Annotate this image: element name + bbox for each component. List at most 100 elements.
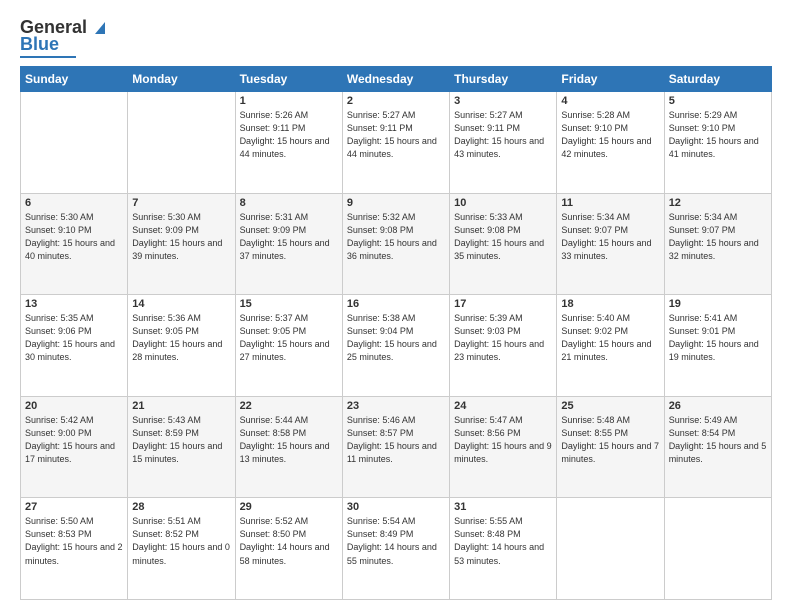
calendar-cell: 8 Sunrise: 5:31 AMSunset: 9:09 PMDaylight… (235, 193, 342, 295)
calendar-cell: 4 Sunrise: 5:28 AMSunset: 9:10 PMDaylight… (557, 92, 664, 194)
cell-details: Sunrise: 5:28 AMSunset: 9:10 PMDaylight:… (561, 109, 659, 161)
day-number: 5 (669, 95, 767, 107)
day-number: 2 (347, 95, 445, 107)
calendar-cell (21, 92, 128, 194)
calendar-cell: 24 Sunrise: 5:47 AMSunset: 8:56 PMDayligh… (450, 396, 557, 498)
calendar-cell: 13 Sunrise: 5:35 AMSunset: 9:06 PMDayligh… (21, 295, 128, 397)
calendar-cell: 26 Sunrise: 5:49 AMSunset: 8:54 PMDayligh… (664, 396, 771, 498)
header: General Blue (20, 16, 772, 58)
calendar-cell: 16 Sunrise: 5:38 AMSunset: 9:04 PMDayligh… (342, 295, 449, 397)
calendar-cell: 14 Sunrise: 5:36 AMSunset: 9:05 PMDayligh… (128, 295, 235, 397)
weekday-header: Thursday (450, 67, 557, 92)
day-number: 21 (132, 400, 230, 412)
day-number: 3 (454, 95, 552, 107)
day-number: 24 (454, 400, 552, 412)
calendar-cell: 23Sunrise: 5:46 AMSunset: 8:57 PMDayligh… (342, 396, 449, 498)
day-number: 9 (347, 197, 445, 209)
logo-icon (89, 16, 111, 38)
cell-details: Sunrise: 5:37 AMSunset: 9:05 PMDaylight:… (240, 312, 338, 364)
calendar-cell: 12 Sunrise: 5:34 AMSunset: 9:07 PMDayligh… (664, 193, 771, 295)
cell-details: Sunrise: 5:40 AMSunset: 9:02 PMDaylight:… (561, 312, 659, 364)
day-number: 28 (132, 501, 230, 513)
logo-underline (20, 56, 76, 58)
calendar-cell: 10Sunrise: 5:33 AMSunset: 9:08 PMDayligh… (450, 193, 557, 295)
calendar-week-row: 13 Sunrise: 5:35 AMSunset: 9:06 PMDayligh… (21, 295, 772, 397)
calendar-week-row: 20Sunrise: 5:42 AMSunset: 9:00 PMDayligh… (21, 396, 772, 498)
calendar-week-row: 6Sunrise: 5:30 AMSunset: 9:10 PMDaylight… (21, 193, 772, 295)
day-number: 8 (240, 197, 338, 209)
day-number: 22 (240, 400, 338, 412)
day-number: 4 (561, 95, 659, 107)
calendar-week-row: 1 Sunrise: 5:26 AMSunset: 9:11 PMDaylight… (21, 92, 772, 194)
calendar-cell: 27 Sunrise: 5:50 AMSunset: 8:53 PMDayligh… (21, 498, 128, 600)
day-number: 1 (240, 95, 338, 107)
cell-details: Sunrise: 5:42 AMSunset: 9:00 PMDaylight:… (25, 414, 123, 466)
cell-details: Sunrise: 5:43 AMSunset: 8:59 PMDaylight:… (132, 414, 230, 466)
cell-details: Sunrise: 5:36 AMSunset: 9:05 PMDaylight:… (132, 312, 230, 364)
weekday-header: Friday (557, 67, 664, 92)
calendar-cell: 3 Sunrise: 5:27 AMSunset: 9:11 PMDaylight… (450, 92, 557, 194)
logo-blue-text: Blue (20, 34, 59, 55)
calendar-cell: 5 Sunrise: 5:29 AMSunset: 9:10 PMDaylight… (664, 92, 771, 194)
cell-details: Sunrise: 5:34 AMSunset: 9:07 PMDaylight:… (669, 211, 767, 263)
calendar-cell: 19Sunrise: 5:41 AMSunset: 9:01 PMDayligh… (664, 295, 771, 397)
day-number: 7 (132, 197, 230, 209)
cell-details: Sunrise: 5:31 AMSunset: 9:09 PMDaylight:… (240, 211, 338, 263)
calendar-cell (664, 498, 771, 600)
logo: General Blue (20, 16, 111, 58)
day-number: 27 (25, 501, 123, 513)
calendar-cell: 1 Sunrise: 5:26 AMSunset: 9:11 PMDaylight… (235, 92, 342, 194)
day-number: 11 (561, 197, 659, 209)
calendar-cell: 9 Sunrise: 5:32 AMSunset: 9:08 PMDaylight… (342, 193, 449, 295)
calendar-cell: 31 Sunrise: 5:55 AMSunset: 8:48 PMDayligh… (450, 498, 557, 600)
day-number: 18 (561, 298, 659, 310)
cell-details: Sunrise: 5:54 AMSunset: 8:49 PMDaylight:… (347, 515, 445, 567)
calendar-cell (557, 498, 664, 600)
cell-details: Sunrise: 5:26 AMSunset: 9:11 PMDaylight:… (240, 109, 338, 161)
cell-details: Sunrise: 5:27 AMSunset: 9:11 PMDaylight:… (454, 109, 552, 161)
calendar-cell: 22 Sunrise: 5:44 AMSunset: 8:58 PMDayligh… (235, 396, 342, 498)
calendar-cell: 15Sunrise: 5:37 AMSunset: 9:05 PMDayligh… (235, 295, 342, 397)
day-number: 13 (25, 298, 123, 310)
cell-details: Sunrise: 5:32 AMSunset: 9:08 PMDaylight:… (347, 211, 445, 263)
cell-details: Sunrise: 5:38 AMSunset: 9:04 PMDaylight:… (347, 312, 445, 364)
cell-details: Sunrise: 5:27 AMSunset: 9:11 PMDaylight:… (347, 109, 445, 161)
day-number: 14 (132, 298, 230, 310)
calendar-header-row: SundayMondayTuesdayWednesdayThursdayFrid… (21, 67, 772, 92)
page: General Blue SundayMondayTuesdayWednesda… (0, 0, 792, 612)
day-number: 12 (669, 197, 767, 209)
day-number: 29 (240, 501, 338, 513)
cell-details: Sunrise: 5:49 AMSunset: 8:54 PMDaylight:… (669, 414, 767, 466)
weekday-header: Sunday (21, 67, 128, 92)
calendar-cell: 29 Sunrise: 5:52 AMSunset: 8:50 PMDayligh… (235, 498, 342, 600)
day-number: 10 (454, 197, 552, 209)
day-number: 26 (669, 400, 767, 412)
weekday-header: Wednesday (342, 67, 449, 92)
day-number: 31 (454, 501, 552, 513)
day-number: 16 (347, 298, 445, 310)
cell-details: Sunrise: 5:52 AMSunset: 8:50 PMDaylight:… (240, 515, 338, 567)
day-number: 6 (25, 197, 123, 209)
cell-details: Sunrise: 5:44 AMSunset: 8:58 PMDaylight:… (240, 414, 338, 466)
calendar-cell: 28Sunrise: 5:51 AMSunset: 8:52 PMDayligh… (128, 498, 235, 600)
cell-details: Sunrise: 5:55 AMSunset: 8:48 PMDaylight:… (454, 515, 552, 567)
weekday-header: Tuesday (235, 67, 342, 92)
calendar-cell: 11Sunrise: 5:34 AMSunset: 9:07 PMDayligh… (557, 193, 664, 295)
calendar-table: SundayMondayTuesdayWednesdayThursdayFrid… (20, 66, 772, 600)
day-number: 30 (347, 501, 445, 513)
calendar-cell: 30 Sunrise: 5:54 AMSunset: 8:49 PMDayligh… (342, 498, 449, 600)
calendar-cell: 21 Sunrise: 5:43 AMSunset: 8:59 PMDayligh… (128, 396, 235, 498)
calendar-cell: 2 Sunrise: 5:27 AMSunset: 9:11 PMDaylight… (342, 92, 449, 194)
cell-details: Sunrise: 5:47 AMSunset: 8:56 PMDaylight:… (454, 414, 552, 466)
calendar-cell: 20Sunrise: 5:42 AMSunset: 9:00 PMDayligh… (21, 396, 128, 498)
cell-details: Sunrise: 5:29 AMSunset: 9:10 PMDaylight:… (669, 109, 767, 161)
cell-details: Sunrise: 5:46 AMSunset: 8:57 PMDaylight:… (347, 414, 445, 466)
cell-details: Sunrise: 5:35 AMSunset: 9:06 PMDaylight:… (25, 312, 123, 364)
day-number: 19 (669, 298, 767, 310)
cell-details: Sunrise: 5:39 AMSunset: 9:03 PMDaylight:… (454, 312, 552, 364)
weekday-header: Saturday (664, 67, 771, 92)
cell-details: Sunrise: 5:50 AMSunset: 8:53 PMDaylight:… (25, 515, 123, 567)
day-number: 17 (454, 298, 552, 310)
calendar-cell: 6Sunrise: 5:30 AMSunset: 9:10 PMDaylight… (21, 193, 128, 295)
cell-details: Sunrise: 5:30 AMSunset: 9:09 PMDaylight:… (132, 211, 230, 263)
